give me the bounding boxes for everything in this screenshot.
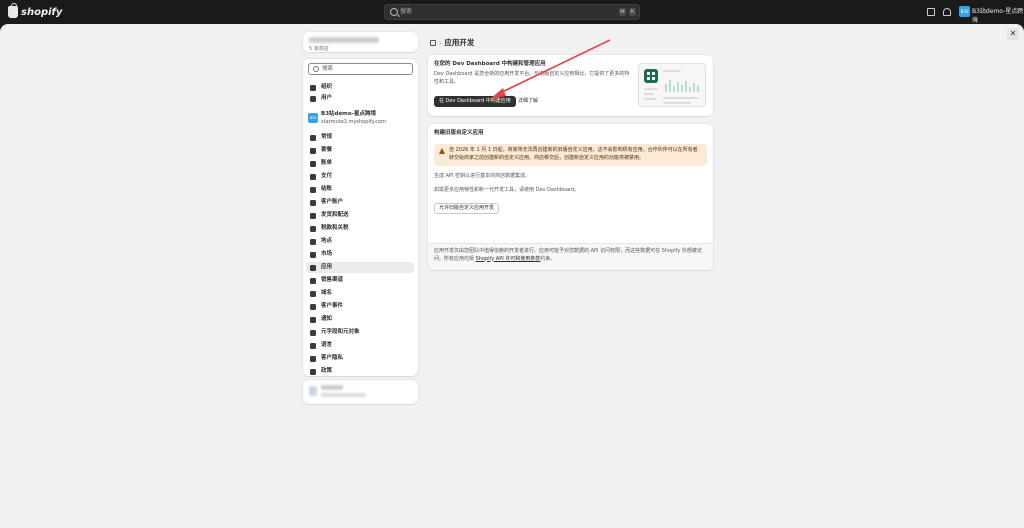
arrow-line bbox=[497, 39, 611, 95]
annotation-arrow bbox=[490, 39, 611, 99]
arrow-head bbox=[490, 88, 506, 99]
